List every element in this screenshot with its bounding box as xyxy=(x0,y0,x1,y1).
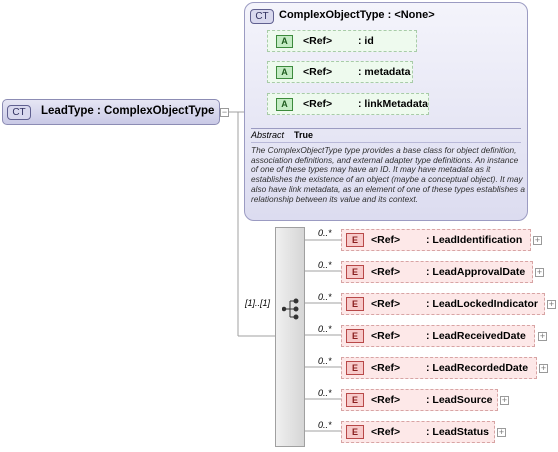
complex-type-badge: CT xyxy=(250,9,274,24)
element-badge: E xyxy=(346,393,364,407)
sequence-compositor[interactable] xyxy=(275,227,305,447)
element-name: : LeadSource xyxy=(426,394,493,406)
element-ref: <Ref> xyxy=(371,266,401,278)
attribute-name: : metadata xyxy=(358,66,411,78)
expand-toggle[interactable]: + xyxy=(535,268,544,277)
attribute-ref: <Ref> xyxy=(303,66,333,78)
element-leadstatus[interactable]: E <Ref> : LeadStatus xyxy=(341,421,495,443)
element-ref: <Ref> xyxy=(371,426,401,438)
element-cardinality: 0..* xyxy=(318,356,332,366)
attribute-metadata[interactable]: A <Ref> : metadata xyxy=(267,61,413,83)
expand-toggle[interactable]: + xyxy=(533,236,542,245)
base-type-panel: CT ComplexObjectType : <None> A <Ref> : … xyxy=(244,2,528,221)
abstract-value: True xyxy=(294,130,314,140)
element-ref: <Ref> xyxy=(371,394,401,406)
element-name: : LeadApprovalDate xyxy=(426,266,526,278)
expand-toggle[interactable]: + xyxy=(500,396,509,405)
attribute-badge: A xyxy=(276,66,293,79)
element-ref: <Ref> xyxy=(371,362,401,374)
root-type-label: LeadType : ComplexObjectType xyxy=(41,105,215,117)
element-leadreceiveddate[interactable]: E <Ref> : LeadReceivedDate xyxy=(341,325,535,347)
element-badge: E xyxy=(346,425,364,439)
element-ref: <Ref> xyxy=(371,330,401,342)
element-cardinality: 0..* xyxy=(318,388,332,398)
abstract-row: Abstract True xyxy=(251,130,313,140)
element-badge: E xyxy=(346,265,364,279)
element-badge: E xyxy=(346,361,364,375)
divider xyxy=(251,142,521,143)
element-badge: E xyxy=(346,297,364,311)
element-ref: <Ref> xyxy=(371,298,401,310)
element-badge: E xyxy=(346,329,364,343)
documentation-text: The ComplexObjectType type provides a ba… xyxy=(251,145,525,204)
element-badge: E xyxy=(346,233,364,247)
divider xyxy=(251,128,521,129)
complex-type-badge: CT xyxy=(7,105,31,120)
attribute-ref: <Ref> xyxy=(303,35,333,47)
root-type-box[interactable]: CT LeadType : ComplexObjectType xyxy=(2,99,220,125)
element-leadlockedindicator[interactable]: E <Ref> : LeadLockedIndicator xyxy=(341,293,545,315)
expand-toggle[interactable]: + xyxy=(547,300,556,309)
sequence-cardinality: [1]..[1] xyxy=(245,298,271,308)
sequence-icon xyxy=(282,298,299,320)
expand-toggle[interactable]: + xyxy=(497,428,506,437)
attribute-name: : id xyxy=(358,35,374,47)
attribute-id[interactable]: A <Ref> : id xyxy=(267,30,417,52)
attribute-badge: A xyxy=(276,98,293,111)
element-name: : LeadLockedIndicator xyxy=(426,298,539,310)
root-collapse-toggle[interactable]: − xyxy=(220,108,229,117)
element-leadsource[interactable]: E <Ref> : LeadSource xyxy=(341,389,498,411)
element-leadidentification[interactable]: E <Ref> : LeadIdentification xyxy=(341,229,531,251)
expand-toggle[interactable]: + xyxy=(538,332,547,341)
abstract-label: Abstract xyxy=(251,130,285,140)
attribute-linkmetadata[interactable]: A <Ref> : linkMetadata xyxy=(267,93,429,115)
element-ref: <Ref> xyxy=(371,234,401,246)
element-cardinality: 0..* xyxy=(318,324,332,334)
expand-toggle[interactable]: + xyxy=(539,364,548,373)
element-name: : LeadRecordedDate xyxy=(426,362,529,374)
attribute-badge: A xyxy=(276,35,293,48)
element-cardinality: 0..* xyxy=(318,228,332,238)
element-cardinality: 0..* xyxy=(318,260,332,270)
element-name: : LeadStatus xyxy=(426,426,490,438)
attribute-name: : linkMetadata xyxy=(358,98,429,110)
element-name: : LeadIdentification xyxy=(426,234,523,246)
element-leadapprovaldate[interactable]: E <Ref> : LeadApprovalDate xyxy=(341,261,533,283)
element-cardinality: 0..* xyxy=(318,420,332,430)
element-name: : LeadReceivedDate xyxy=(426,330,526,342)
base-type-title: ComplexObjectType : <None> xyxy=(279,9,435,21)
element-leadrecordeddate[interactable]: E <Ref> : LeadRecordedDate xyxy=(341,357,537,379)
attribute-ref: <Ref> xyxy=(303,98,333,110)
element-cardinality: 0..* xyxy=(318,292,332,302)
